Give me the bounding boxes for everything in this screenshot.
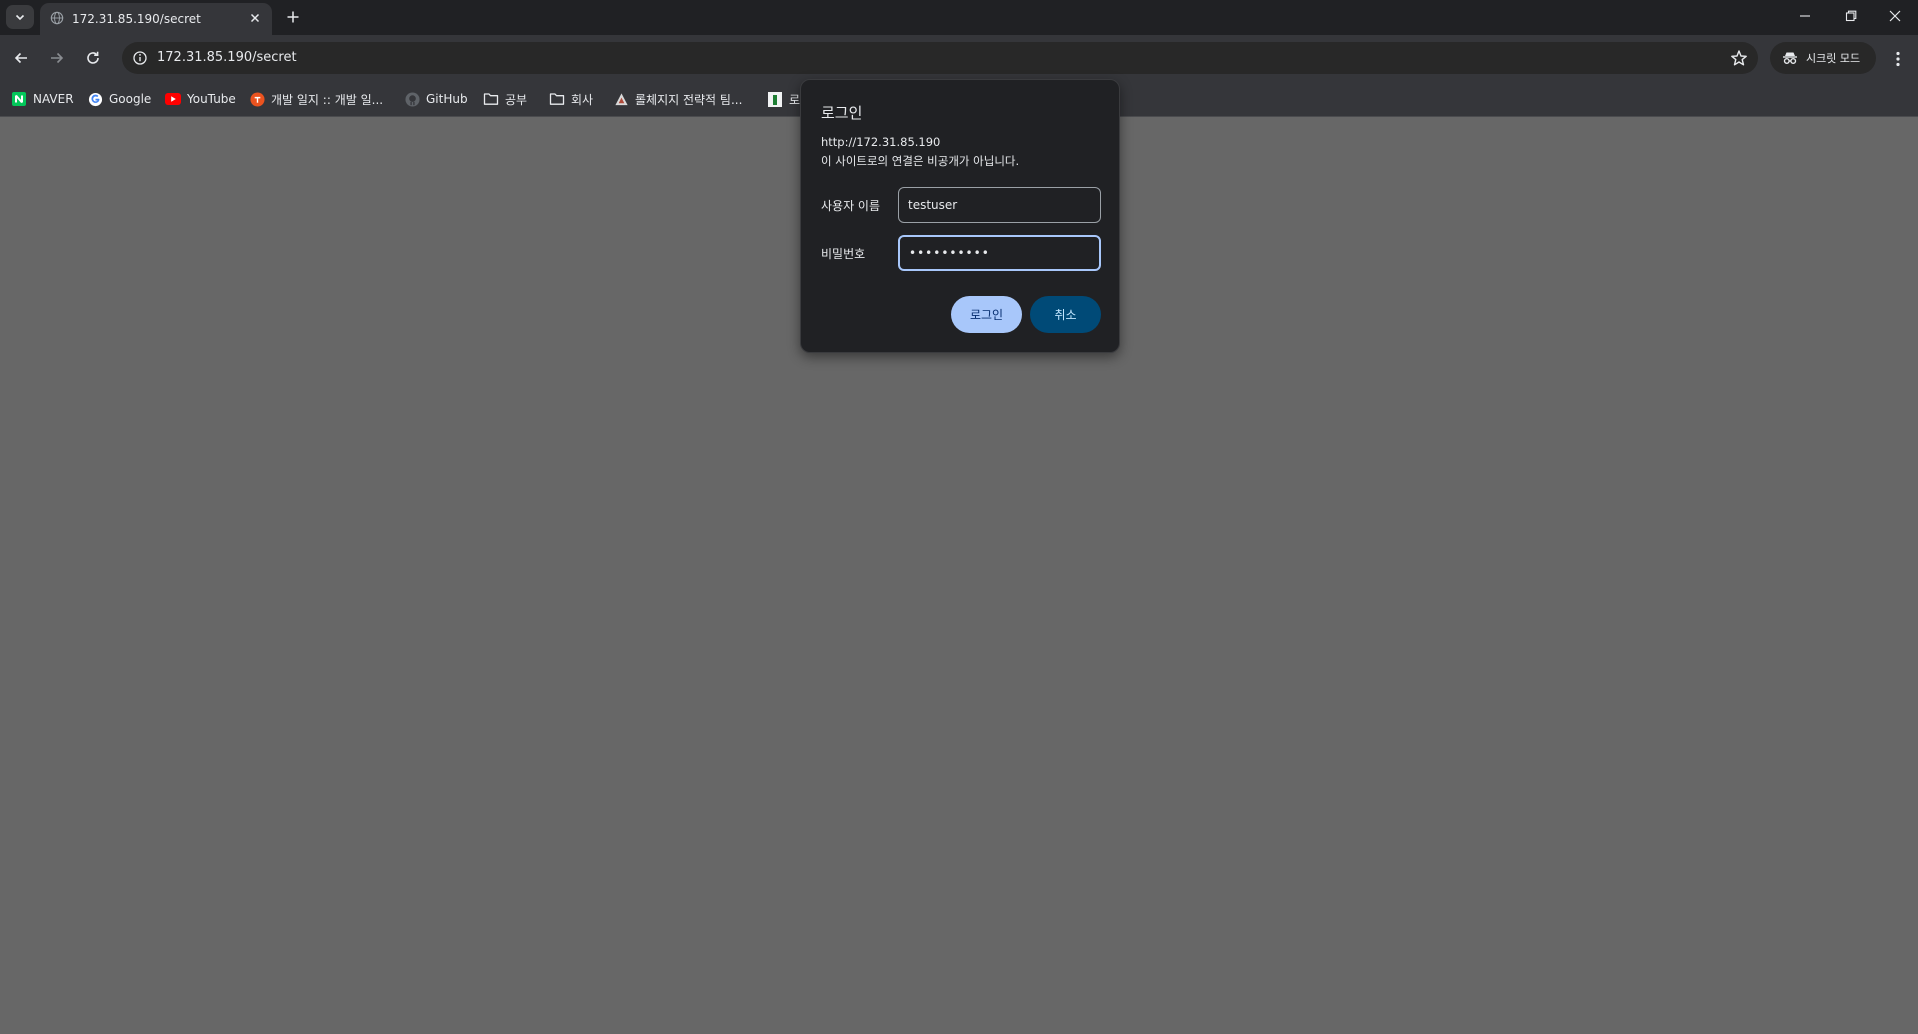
close-window-button[interactable] — [1872, 0, 1918, 32]
youtube-icon — [165, 91, 181, 107]
bookmark-label: Google — [109, 92, 152, 106]
folder-icon — [483, 91, 499, 107]
bookmark-icon — [767, 91, 783, 107]
back-button[interactable] — [8, 45, 34, 71]
tab-strip: 172.31.85.190/secret — [0, 0, 1918, 35]
cancel-button[interactable]: 취소 — [1030, 296, 1101, 333]
login-button[interactable]: 로그인 — [951, 296, 1022, 333]
star-icon[interactable] — [1730, 49, 1748, 67]
tab-title: 172.31.85.190/secret — [72, 12, 201, 26]
address-bar[interactable]: 172.31.85.190/secret — [122, 42, 1758, 74]
close-icon — [1889, 10, 1901, 22]
folder-icon — [549, 91, 565, 107]
address-url[interactable]: 172.31.85.190/secret — [157, 50, 297, 65]
google-icon — [87, 91, 103, 107]
minimize-icon — [1800, 15, 1810, 17]
close-icon[interactable] — [248, 11, 262, 25]
reload-button[interactable] — [80, 45, 106, 71]
incognito-label: 시크릿 모드 — [1806, 52, 1861, 65]
plus-icon — [287, 11, 299, 23]
incognito-badge[interactable]: 시크릿 모드 — [1770, 42, 1876, 74]
bookmark-folder-study[interactable]: 공부 — [483, 87, 527, 111]
bookmark-google[interactable]: Google — [87, 87, 151, 111]
bookmark-label: 회사 — [571, 92, 594, 107]
arrow-left-icon — [14, 52, 27, 64]
info-icon[interactable] — [132, 50, 148, 66]
bookmark-folder-company[interactable]: 회사 — [549, 87, 593, 111]
restore-button[interactable] — [1828, 0, 1874, 32]
tistory-icon — [249, 91, 265, 107]
lolchess-icon — [613, 91, 629, 107]
bookmark-youtube[interactable]: YouTube — [165, 87, 236, 111]
arrow-right-icon — [51, 52, 64, 64]
incognito-icon — [1783, 52, 1797, 64]
bookmark-naver[interactable]: NAVER — [11, 87, 74, 111]
dialog-warning: 이 사이트로의 연결은 비공개가 아닙니다. — [821, 154, 1020, 168]
bookmark-label: 로 — [789, 92, 801, 107]
bookmark-label: 개발 일지 :: 개발 일... — [271, 92, 384, 107]
bookmark-label: YouTube — [187, 92, 236, 106]
tab-search-button[interactable] — [6, 5, 34, 29]
new-tab-button[interactable] — [282, 6, 304, 28]
password-input[interactable] — [898, 235, 1101, 271]
username-input[interactable] — [898, 187, 1101, 223]
dialog-host: http://172.31.85.190 — [821, 135, 941, 149]
browser-toolbar: 172.31.85.190/secret 시크릿 모드 — [0, 35, 1918, 81]
chevron-down-icon — [15, 14, 25, 21]
bookmark-github[interactable]: GitHub — [404, 87, 468, 111]
bookmark-lolchess[interactable]: 롤체지지 전략적 팀... — [613, 87, 742, 111]
bookmark-dev-journal[interactable]: 개발 일지 :: 개발 일... — [249, 87, 383, 111]
username-label: 사용자 이름 — [821, 199, 881, 213]
restore-icon — [1845, 10, 1857, 22]
password-label: 비밀번호 — [821, 247, 866, 261]
tab-active[interactable]: 172.31.85.190/secret — [40, 3, 272, 35]
globe-icon — [50, 11, 64, 25]
naver-icon — [11, 91, 27, 107]
bookmark-label: NAVER — [33, 92, 74, 106]
menu-button[interactable] — [1888, 47, 1908, 71]
github-icon — [404, 91, 420, 107]
login-dialog: 로그인 http://172.31.85.190 이 사이트로의 연결은 비공개… — [800, 79, 1120, 353]
bookmark-label: 공부 — [505, 92, 528, 107]
bookmark-label: GitHub — [426, 92, 468, 106]
bookmark-truncated[interactable]: 로 — [767, 87, 800, 111]
forward-button[interactable] — [44, 45, 70, 71]
more-vert-icon — [1896, 51, 1900, 67]
minimize-button[interactable] — [1782, 0, 1828, 32]
bookmark-label: 롤체지지 전략적 팀... — [635, 92, 743, 107]
dialog-title: 로그인 — [821, 104, 863, 122]
reload-icon — [87, 51, 99, 64]
